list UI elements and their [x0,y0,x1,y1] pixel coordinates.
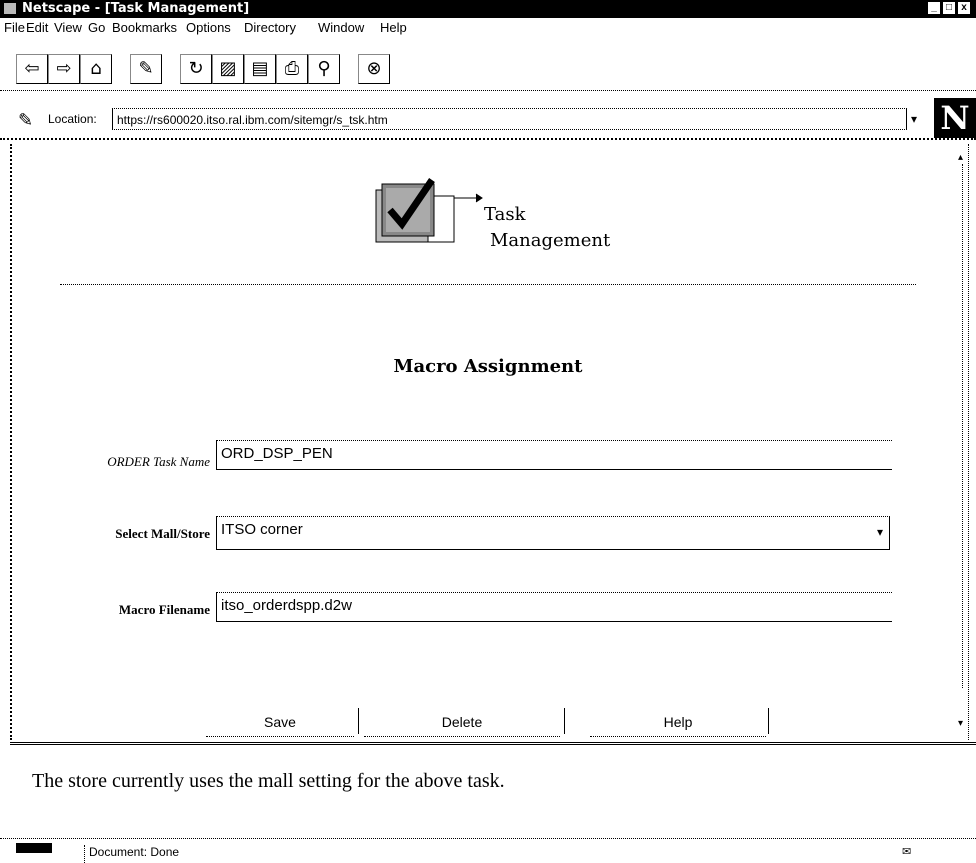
button-divider [358,708,359,734]
maximize-button[interactable]: □ [943,2,955,14]
location-bar: ✎ Location: https://rs600020.itso.ral.ib… [0,98,976,140]
button-divider [768,708,769,734]
status-message: The store currently uses the mall settin… [32,770,505,792]
save-button[interactable]: Save [206,708,354,737]
forward-icon[interactable]: ⇨ [48,54,80,84]
netscape-logo: N [934,98,976,138]
page-heading: Macro Assignment [393,356,583,377]
find-icon[interactable]: ⚲ [308,54,340,84]
menu-edit[interactable]: Edit [26,20,48,35]
menu-options[interactable]: Options [186,20,231,35]
images-icon[interactable]: ▨ [212,54,244,84]
edit-icon[interactable]: ✎ [130,54,162,84]
title-bar: Netscape - [Task Management] _ □ x [0,0,976,18]
status-text: Document: Done [84,845,179,863]
minimize-button[interactable]: _ [928,2,940,14]
divider [60,284,916,285]
task-management-title-line2: Management [490,230,611,251]
mall-store-select[interactable]: ITSO corner ▾ [216,516,890,550]
task-management-icon [372,176,483,258]
scroll-down-icon[interactable]: ▾ [958,718,963,729]
task-management-title-line1: Task [484,204,526,225]
close-button[interactable]: x [958,2,970,14]
frame-separator[interactable] [10,742,976,745]
security-key-icon[interactable] [16,843,52,853]
help-button[interactable]: Help [590,708,766,737]
menu-directory[interactable]: Directory [244,20,296,35]
menu-help[interactable]: Help [380,20,407,35]
menu-file[interactable]: File [4,20,25,35]
window-title: Netscape - [Task Management] [22,1,250,16]
location-dropdown-icon[interactable]: ▾ [911,112,917,126]
stop-icon[interactable]: ⊗ [358,54,390,84]
mail-icon[interactable]: ✉ [902,845,920,858]
macro-filename-field[interactable]: itso_orderdspp.d2w [216,592,892,622]
menu-view[interactable]: View [54,20,82,35]
status-bar: Document: Done ✉ [0,838,976,863]
location-label: Location: [48,112,97,126]
menu-window[interactable]: Window [318,20,364,35]
button-divider [564,708,565,734]
mall-store-selected: ITSO corner [221,521,303,538]
menu-bar: File Edit View Go Bookmarks Options Dire… [0,18,976,38]
menu-bookmarks[interactable]: Bookmarks [112,20,177,35]
toolbar: ⇦ ⇨ ⌂ ✎ ↻ ▨ ▤ ⎙ ⚲ ⊗ [0,40,976,91]
task-name-label: ORDER Task Name [107,454,210,469]
scroll-up-icon[interactable]: ▴ [958,152,963,163]
bookmark-quickfile-icon[interactable]: ✎ [18,110,38,130]
task-name-field[interactable]: ORD_DSP_PEN [216,440,892,470]
scroll-track[interactable] [962,164,971,688]
home-icon[interactable]: ⌂ [80,54,112,84]
delete-button[interactable]: Delete [364,708,560,737]
vertical-scrollbar[interactable]: ▴ ▾ [958,150,972,740]
menu-go[interactable]: Go [88,20,105,35]
mall-store-label: Select Mall/Store [115,526,210,541]
back-icon[interactable]: ⇦ [16,54,48,84]
task-management-title: Task Management [484,202,610,254]
open-icon[interactable]: ▤ [244,54,276,84]
print-icon[interactable]: ⎙ [276,54,308,84]
app-menu-icon[interactable] [4,3,16,14]
chevron-down-icon[interactable]: ▾ [877,519,883,545]
macro-filename-label: Macro Filename [118,602,210,617]
reload-icon[interactable]: ↻ [180,54,212,84]
location-input[interactable]: https://rs600020.itso.ral.ibm.com/sitemg… [112,108,907,130]
